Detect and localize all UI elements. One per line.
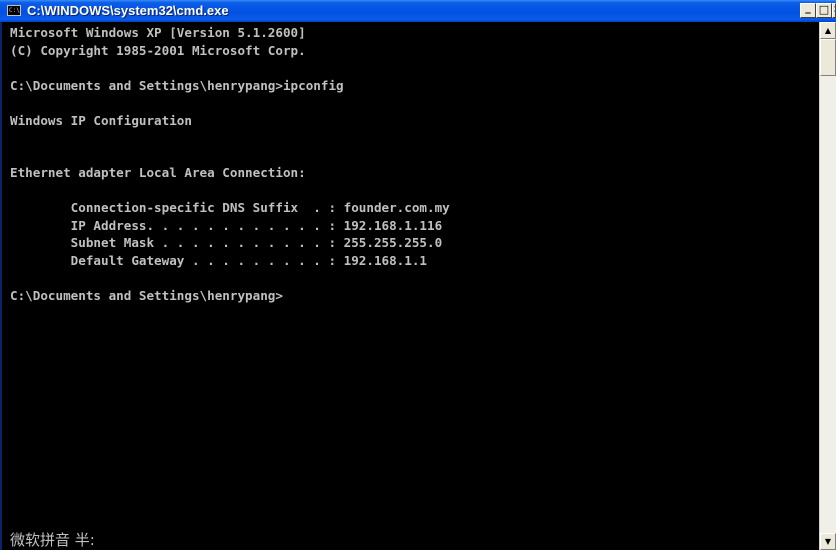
window-title: C:\WINDOWS\system32\cmd.exe — [27, 3, 229, 18]
title-bar[interactable]: C:\ C:\WINDOWS\system32\cmd.exe _ □ × — [0, 0, 836, 22]
ime-status-text: 微软拼音 半: — [10, 531, 95, 549]
console-area[interactable]: Microsoft Windows XP [Version 5.1.2600] … — [2, 22, 819, 550]
scroll-thumb[interactable] — [820, 39, 836, 76]
cmd-console-icon[interactable]: C:\ — [7, 5, 21, 16]
close-button[interactable]: × — [832, 3, 836, 18]
minimize-button[interactable]: _ — [800, 2, 816, 18]
vertical-scrollbar[interactable]: ▲ ▼ — [819, 22, 836, 550]
scroll-down-arrow-icon[interactable]: ▼ — [820, 533, 836, 550]
cmd-window: C:\ C:\WINDOWS\system32\cmd.exe _ □ × Mi… — [0, 0, 836, 550]
maximize-button[interactable]: □ — [816, 3, 832, 18]
console-output: Microsoft Windows XP [Version 5.1.2600] … — [10, 25, 450, 303]
scroll-up-arrow-icon[interactable]: ▲ — [820, 22, 836, 39]
